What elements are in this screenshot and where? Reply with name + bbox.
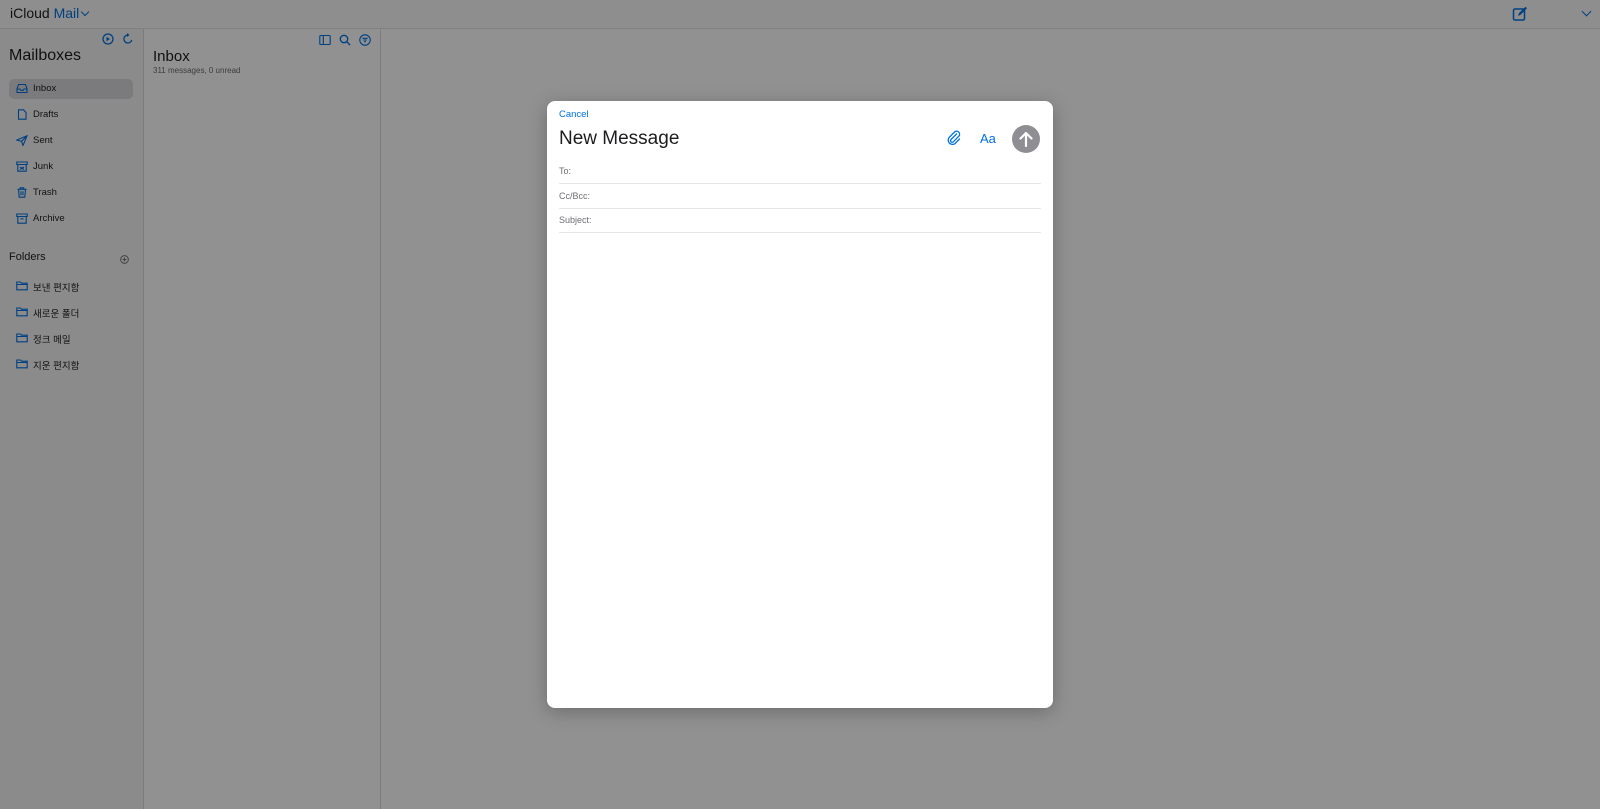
compose-title: New Message bbox=[559, 128, 680, 149]
arrow-up-icon bbox=[1019, 131, 1033, 147]
cc-bcc-field[interactable] bbox=[609, 187, 1033, 205]
to-row: To: bbox=[559, 159, 1041, 184]
paperclip-icon[interactable] bbox=[946, 130, 962, 146]
cc-bcc-row: Cc/Bcc: bbox=[559, 184, 1041, 209]
subject-field[interactable] bbox=[609, 211, 1033, 229]
compose-window: Cancel New Message Aa To: Cc/Bcc: Subjec… bbox=[547, 101, 1053, 708]
subject-label: Subject: bbox=[559, 215, 592, 225]
to-field[interactable] bbox=[609, 162, 1033, 180]
format-button[interactable]: Aa bbox=[980, 131, 996, 146]
message-body-editor[interactable] bbox=[559, 233, 1045, 702]
icloud-mail-app: iCloud Mail Mailboxes Inbox Drafts Sent … bbox=[0, 0, 1600, 809]
subject-row: Subject: bbox=[559, 208, 1041, 233]
cc-bcc-label: Cc/Bcc: bbox=[559, 191, 591, 201]
cancel-button[interactable]: Cancel bbox=[559, 109, 589, 120]
send-button[interactable] bbox=[1012, 125, 1040, 153]
to-label: To: bbox=[559, 166, 572, 176]
